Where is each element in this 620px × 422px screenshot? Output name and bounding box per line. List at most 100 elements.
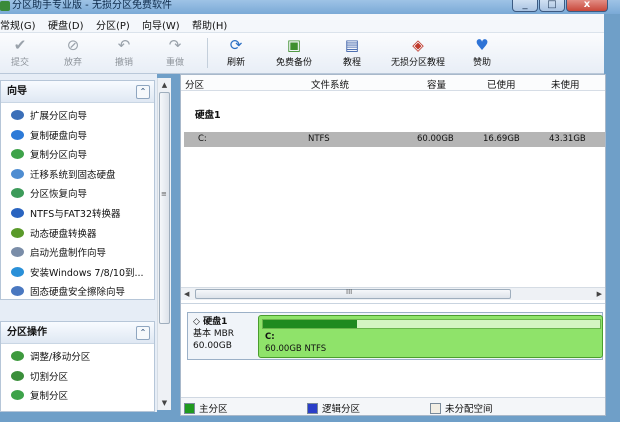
partition-block-c[interactable]: C: 60.00GB NTFS xyxy=(258,315,603,358)
menu-bar: 常规(G) 硬盘(D) 分区(P) 向导(W) 帮助(H) xyxy=(0,14,604,33)
table-hscrollbar[interactable]: ◀ III ▶ xyxy=(181,287,605,300)
sidebar-item-dynamic-disk[interactable]: 动态硬盘转换器 xyxy=(1,225,154,245)
refresh-icon: ⟳ xyxy=(229,36,243,54)
redo-button[interactable]: ↷ 重做 xyxy=(147,35,203,68)
migrate-ssd-icon xyxy=(11,168,24,179)
split-icon xyxy=(11,370,24,381)
column-unused[interactable]: 未使用 xyxy=(551,77,580,91)
toolbar: ✔ 提交 ⊘ 放弃 ↶ 撤销 ↷ 重做 ⟳ 刷新 ▣ 免费备份 ▤ 教程 ◈ 无… xyxy=(0,33,604,74)
free-backup-button[interactable]: ▣ 免费备份 xyxy=(266,35,322,68)
column-capacity[interactable]: 容量 xyxy=(427,77,446,91)
undo-label: 撤销 xyxy=(114,58,133,68)
cell-used: 16.69GB xyxy=(483,134,520,144)
menu-disk[interactable]: 硬盘(D) xyxy=(48,17,84,32)
close-button[interactable]: x xyxy=(566,0,608,12)
table-header: 分区 文件系统 容量 已使用 未使用 xyxy=(181,75,605,91)
dynamic-disk-icon xyxy=(11,227,24,238)
usage-bar xyxy=(262,319,601,329)
column-partition[interactable]: 分区 xyxy=(185,77,204,91)
disk-name: ◇ 硬盘1 xyxy=(193,316,234,328)
usage-bar-fill xyxy=(263,320,357,328)
legend: 主分区 逻辑分区 未分配空间 xyxy=(181,397,605,415)
disk-icon: ◇ xyxy=(193,317,200,327)
sidebar-item-partition-recovery[interactable]: 分区恢复向导 xyxy=(1,185,154,205)
discard-icon: ⊘ xyxy=(66,36,80,54)
title-bar: 分区助手专业版 - 无损分区免费软件 _ □ x xyxy=(0,0,620,14)
partition-block-detail: 60.00GB NTFS xyxy=(265,344,327,354)
refresh-label: 刷新 xyxy=(226,58,245,68)
submit-button[interactable]: ✔ 提交 xyxy=(0,35,48,68)
sidebar-item-migrate-ssd[interactable]: 迁移系统到固态硬盘 xyxy=(1,166,154,186)
lossless-tutorial-button[interactable]: ◈ 无损分区教程 xyxy=(382,35,454,68)
sidebar-item-extend-partition[interactable]: 扩展分区向导 xyxy=(1,107,154,127)
checkmark-icon: ✔ xyxy=(13,36,27,54)
donate-label: 赞助 xyxy=(472,58,491,68)
partition-view: 分区 文件系统 容量 已使用 未使用 硬盘1 C: NTFS 60.00GB 1… xyxy=(180,74,606,416)
sidebar-scrollbar[interactable]: ▲ ≡ ▼ xyxy=(157,78,171,410)
sidebar-item-ntfs-fat32[interactable]: NTFS与FAT32转换器 xyxy=(1,205,154,225)
cell-capacity: 60.00GB xyxy=(417,134,454,144)
collapse-icon[interactable]: ⌃ xyxy=(136,85,150,99)
disk-type: 基本 MBR xyxy=(193,329,235,339)
copy-disk-icon xyxy=(11,129,24,140)
unallocated-swatch xyxy=(430,403,441,414)
scroll-thumb[interactable]: III xyxy=(195,288,511,299)
lossless-tutorial-icon: ◈ xyxy=(412,36,424,54)
windows-icon xyxy=(11,266,24,277)
menu-wizard[interactable]: 向导(W) xyxy=(142,17,180,32)
sidebar-item-copy-partition-op[interactable]: 复制分区 xyxy=(1,387,154,407)
wizard-panel-title: 向导 xyxy=(7,86,27,97)
disk-map: ◇ 硬盘1 基本 MBR 60.00GB C: 60.00GB NTFS xyxy=(181,303,605,397)
scroll-down-icon[interactable]: ▼ xyxy=(158,396,171,410)
sidebar-item-label: 复制硬盘向导 xyxy=(30,130,88,142)
scroll-thumb[interactable] xyxy=(159,92,170,324)
donate-button[interactable]: ♥ 赞助 xyxy=(454,35,510,68)
tutorial-button[interactable]: ▤ 教程 xyxy=(324,35,380,68)
column-used[interactable]: 已使用 xyxy=(487,77,516,91)
sidebar-item-label: 扩展分区向导 xyxy=(30,111,88,122)
partition-ops-panel-title: 分区操作 xyxy=(7,327,47,338)
column-filesystem[interactable]: 文件系统 xyxy=(311,77,349,91)
window-controls: _ □ x xyxy=(511,0,608,12)
copy-partition-icon xyxy=(11,149,24,160)
disk-info: ◇ 硬盘1 基本 MBR 60.00GB xyxy=(193,316,234,352)
sidebar-item-copy-partition[interactable]: 复制分区向导 xyxy=(1,146,154,166)
minimize-button[interactable]: _ xyxy=(512,0,538,12)
ssd-erase-icon xyxy=(11,286,24,297)
sidebar-item-label: 安装Windows 7/8/10到... xyxy=(30,267,144,279)
sidebar-item-boot-disc[interactable]: 启动光盘制作向导 xyxy=(1,244,154,264)
sidebar-item-label: NTFS与FAT32转换器 xyxy=(30,208,121,220)
disk-card[interactable]: ◇ 硬盘1 基本 MBR 60.00GB C: 60.00GB NTFS xyxy=(187,312,603,360)
legend-unallocated-label: 未分配空间 xyxy=(445,404,493,415)
scroll-right-icon[interactable]: ▶ xyxy=(597,288,602,300)
sidebar-item-install-windows[interactable]: 安装Windows 7/8/10到... xyxy=(1,264,154,284)
scroll-left-icon[interactable]: ◀ xyxy=(184,288,189,300)
submit-label: 提交 xyxy=(10,58,29,68)
tutorial-label: 教程 xyxy=(342,58,361,68)
partition-ops-panel-header: 分区操作 ⌃ xyxy=(1,322,154,344)
undo-button[interactable]: ↶ 撤销 xyxy=(96,35,152,68)
sidebar-item-split-partition[interactable]: 切割分区 xyxy=(1,368,154,388)
discard-button[interactable]: ⊘ 放弃 xyxy=(45,35,101,68)
legend-logical: 逻辑分区 xyxy=(307,401,360,415)
sidebar: 向导 ⌃ 扩展分区向导 复制硬盘向导 复制分区向导 迁移系统到固态硬盘 分区恢复… xyxy=(0,74,157,412)
window-title: 分区助手专业版 - 无损分区免费软件 xyxy=(12,0,172,11)
sidebar-item-resize-move[interactable]: 调整/移动分区 xyxy=(1,348,154,368)
discard-label: 放弃 xyxy=(63,58,82,68)
disk-name-text: 硬盘1 xyxy=(203,317,228,327)
menu-help[interactable]: 帮助(H) xyxy=(192,17,227,32)
cell-filesystem: NTFS xyxy=(308,134,330,144)
sidebar-item-ssd-erase[interactable]: 固态硬盘安全擦除向导 xyxy=(1,283,154,303)
maximize-button[interactable]: □ xyxy=(539,0,565,12)
table-row[interactable]: C: NTFS 60.00GB 16.69GB 43.31GB xyxy=(184,132,605,147)
menu-general[interactable]: 常规(G) xyxy=(0,17,36,32)
extend-partition-icon xyxy=(11,110,24,120)
menu-partition[interactable]: 分区(P) xyxy=(96,17,130,32)
heart-icon: ♥ xyxy=(475,36,489,54)
refresh-button[interactable]: ⟳ 刷新 xyxy=(208,35,264,68)
collapse-icon[interactable]: ⌃ xyxy=(136,326,150,340)
partition-ops-panel: 分区操作 ⌃ 调整/移动分区 切割分区 复制分区 xyxy=(0,321,155,412)
cell-partition: C: xyxy=(198,134,207,144)
scroll-up-icon[interactable]: ▲ xyxy=(158,78,171,92)
sidebar-item-copy-disk[interactable]: 复制硬盘向导 xyxy=(1,127,154,147)
